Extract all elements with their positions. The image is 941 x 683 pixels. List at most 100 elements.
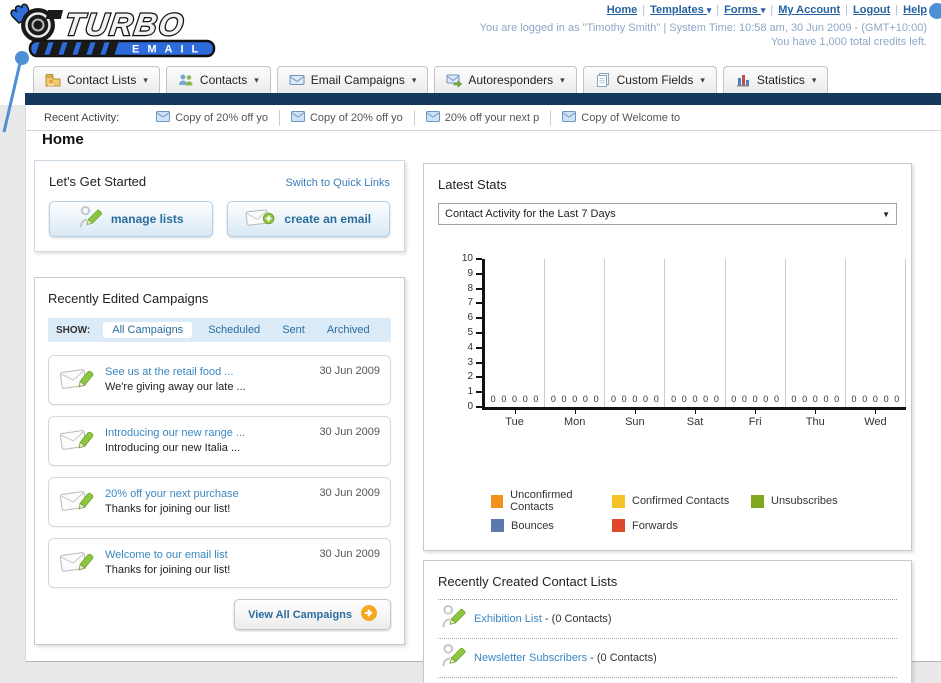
tab-statistics[interactable]: Statistics ▾ [722,66,829,93]
legend-item: Confirmed Contacts [612,489,751,513]
campaign-date: 30 Jun 2009 [319,487,380,499]
tab-custom-fields[interactable]: Custom Fields ▾ [582,66,717,93]
campaign-row[interactable]: 20% off your next purchase Thanks for joi… [48,477,391,527]
statistics-icon [735,72,751,88]
email-campaigns-icon [289,72,305,88]
stats-period-select[interactable]: Contact Activity for the Last 7 Days ▼ [438,203,897,225]
top-nav-logout[interactable]: Logout [853,4,890,16]
manage-lists-button[interactable]: manage lists [49,201,213,237]
tab-autoresponders[interactable]: Autoresponders ▾ [434,66,577,93]
chart-group-tue: 00000 Tue [485,259,546,428]
show-label: SHOW: [56,324,91,336]
contact-lists-icon [45,72,61,88]
top-nav-forms[interactable]: Forms ▾ [724,4,765,16]
value-labels: 00000 [610,394,659,404]
y-axis-label: 1 [467,386,473,397]
main-content: Recent Activity: Copy of 20% off yo Copy … [25,105,941,683]
chart-y-axis: 0 1 2 3 4 5 6 7 8 9 10 [448,253,482,412]
campaign-row[interactable]: See us at the retail food ... We're givin… [48,355,391,405]
recent-activity-item[interactable]: 20% off your next p [413,109,551,126]
turbo-email-logo: TURBO EMAIL [6,2,236,65]
campaign-title-link[interactable]: Introducing our new range ... [105,426,245,441]
campaign-title-link[interactable]: Welcome to our email list [105,548,230,563]
contact-list-edit-icon [440,605,466,633]
y-axis-label: 2 [467,371,473,382]
chevron-down-icon: ▾ [706,5,712,15]
chevron-down-icon: ▾ [700,74,705,85]
y-axis-label: 5 [467,327,473,338]
x-axis-label: Fri [748,416,762,428]
y-axis-label: 10 [461,253,473,264]
tab-contact-lists[interactable]: Contact Lists ▾ [33,66,160,93]
top-nav: Home | Templates ▾ | Forms ▾ | My Account | Logo… [607,4,927,16]
legend-item: Unconfirmed Contacts [491,489,612,513]
create-an-email-button[interactable]: create an email [226,201,390,237]
separator: | [716,4,720,16]
x-axis-label: Sat [686,416,704,428]
legend-item: Forwards [612,519,751,532]
top-nav-my-account[interactable]: My Account [778,4,840,16]
top-nav-home[interactable]: Home [607,4,638,16]
value-labels: 00000 [550,394,599,404]
tab-contacts[interactable]: Contacts ▾ [165,66,271,93]
value-labels: 00000 [791,394,840,404]
contact-list-row[interactable]: Exhibition List - (0 Contacts) [438,600,897,639]
campaign-title-link[interactable]: 20% off your next purchase [105,487,239,502]
contact-list-row[interactable]: Newsletter Subscribers - (0 Contacts) [438,639,897,678]
arrow-right-icon [361,605,377,624]
chevron-down-icon: ▾ [760,5,766,15]
stats-panel-title: Latest Stats [438,177,507,192]
right-column: Latest Stats Contact Activity for the La… [423,163,912,683]
recent-activity-item[interactable]: Copy of 20% off yo [145,110,279,126]
value-labels: 00000 [731,394,779,404]
chart-group-thu: 00000 Thu [786,259,846,428]
logo-text-email: EMAIL [132,44,206,56]
campaign-filter-tabs: All Campaigns Scheduled Sent Archived [103,322,375,338]
turbo-email-app: TURBO EMAIL Home | Templates ▾ | Forms ▾ | My … [0,0,941,683]
campaign-date: 30 Jun 2009 [319,365,380,377]
y-axis-label: 3 [467,357,473,368]
y-axis-label: 8 [467,283,473,294]
view-all-campaigns-button[interactable]: View All Campaigns [234,599,391,630]
filter-tab-archived[interactable]: Archived [321,322,376,338]
x-axis-label: Mon [564,416,586,428]
campaign-date: 30 Jun 2009 [319,426,380,438]
campaign-subtitle: Thanks for joining our list! [105,503,231,515]
chart-group-wed: 00000 Wed [846,259,906,428]
x-axis-label: Wed [864,416,887,428]
chart-group-mon: 00000 Mon [545,259,606,428]
left-column: Let's Get Started Switch to Quick Links … [34,160,405,645]
campaign-title-link[interactable]: See us at the retail food ... [105,365,246,380]
separator: | [895,4,899,16]
switch-to-quick-links-link[interactable]: Switch to Quick Links [285,177,390,189]
top-nav-help[interactable]: Help [903,4,927,16]
legend-item: Bounces [491,519,612,532]
login-status-text: You are logged in as "Timothy Smith" | S… [479,22,927,34]
autoresponders-icon [446,72,463,88]
recent-activity-label: Recent Activity: [44,111,120,124]
recent-activity-item[interactable]: Copy of 20% off yo [278,109,414,126]
contact-list-link[interactable]: Exhibition List [474,613,542,625]
campaign-subtitle: We're giving away our late ... [105,381,246,393]
filter-tab-sent[interactable]: Sent [276,322,311,338]
top-nav-templates[interactable]: Templates ▾ [650,4,711,16]
recent-activity-items: Copy of 20% off yo Copy of 20% off yo 20% … [145,105,691,130]
x-axis-label: Sun [625,416,645,428]
recently-edited-campaigns-panel: Recently Edited Campaigns SHOW: All Camp… [34,277,405,645]
campaign-edit-icon [59,486,95,519]
chart-legend: Unconfirmed Contacts Confirmed Contacts Un… [491,489,897,532]
y-axis-label: 6 [467,312,473,323]
contact-lists-panel-title: Recently Created Contact Lists [438,574,618,589]
legend-swatch [612,519,625,532]
get-started-title: Let's Get Started [49,174,147,189]
contact-list-link[interactable]: Newsletter Subscribers [474,652,587,664]
campaign-filter-bar: SHOW: All Campaigns Scheduled Sent Archived [48,318,391,342]
filter-tab-all-campaigns[interactable]: All Campaigns [103,322,193,338]
filter-tab-scheduled[interactable]: Scheduled [202,322,266,338]
campaign-row[interactable]: Welcome to our email list Thanks for join… [48,538,391,588]
email-icon [156,110,171,125]
contact-activity-chart: 0 1 2 3 4 5 6 7 8 9 10 00000 Tue 00000 Mon 00000 S… [448,253,906,461]
campaign-row[interactable]: Introducing our new range ... Introducing… [48,416,391,466]
recent-activity-item[interactable]: Copy of Welcome to [550,109,691,126]
tab-email-campaigns[interactable]: Email Campaigns ▾ [276,66,429,93]
